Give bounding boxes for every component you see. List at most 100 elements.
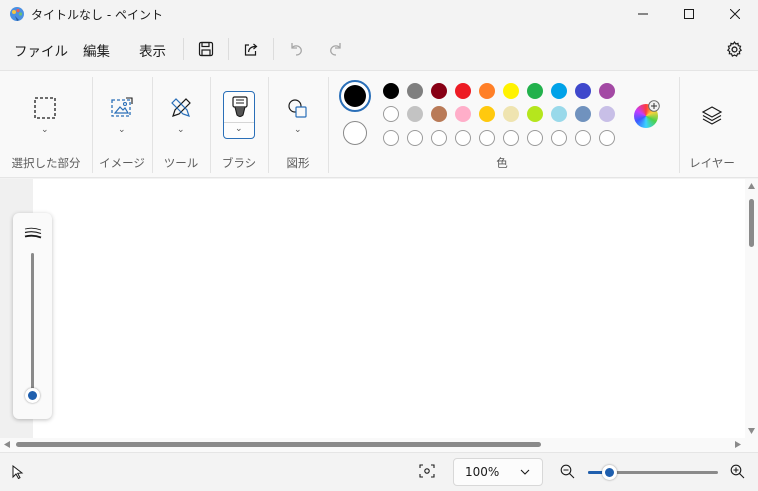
- group-divider: [328, 77, 329, 173]
- primary-color-fill: [344, 85, 366, 107]
- select-button[interactable]: [30, 93, 60, 123]
- group-label-brushes: ブラシ: [221, 156, 257, 170]
- color-swatch[interactable]: [527, 106, 543, 122]
- image-button[interactable]: [107, 93, 137, 123]
- menu-bar: ファイル 編集 表示: [0, 28, 758, 70]
- horizontal-scroll-thumb[interactable]: [16, 442, 541, 447]
- menu-view[interactable]: 表示: [139, 40, 166, 60]
- secondary-color-swatch[interactable]: [343, 121, 367, 145]
- share-button[interactable]: [237, 36, 265, 62]
- custom-color-slot[interactable]: [527, 130, 543, 146]
- save-icon: [198, 41, 214, 57]
- primary-color-swatch[interactable]: [339, 80, 371, 112]
- maximize-icon: [684, 9, 694, 19]
- custom-color-slot[interactable]: [575, 130, 591, 146]
- tools-chevron-down-icon[interactable]: ⌄: [177, 125, 185, 135]
- title-bar: タイトルなし - ペイント: [0, 0, 758, 28]
- color-swatch[interactable]: [527, 83, 543, 99]
- color-swatch[interactable]: [431, 83, 447, 99]
- custom-color-slot[interactable]: [407, 130, 423, 146]
- gear-icon: [726, 40, 742, 57]
- tools-button[interactable]: [166, 93, 196, 123]
- pencil-tools-icon: [171, 98, 191, 117]
- zoom-slider[interactable]: [588, 465, 718, 480]
- group-label-layers: レイヤー: [689, 156, 735, 170]
- scroll-up-icon[interactable]: [748, 183, 755, 189]
- color-swatch[interactable]: [455, 106, 471, 122]
- brush-size-slider-thumb[interactable]: [25, 388, 40, 403]
- image-chevron-down-icon[interactable]: ⌄: [118, 125, 126, 135]
- redo-button[interactable]: [322, 36, 350, 62]
- color-swatch[interactable]: [575, 83, 591, 99]
- group-divider: [679, 77, 680, 173]
- close-button[interactable]: [712, 0, 758, 28]
- custom-color-slot[interactable]: [479, 130, 495, 146]
- ribbon-toolbar: ⌄ 選択した部分 ⌄ イメージ ⌄ ツール ⌄ ブラシ ⌄ 図形 色 レイヤー: [0, 70, 758, 178]
- shapes-button[interactable]: [283, 93, 313, 123]
- layers-button[interactable]: [697, 100, 727, 130]
- vertical-scrollbar[interactable]: [745, 179, 758, 438]
- zoom-slider-thumb[interactable]: [601, 465, 617, 480]
- save-button[interactable]: [192, 36, 220, 62]
- brushes-button[interactable]: ⌄: [223, 91, 255, 139]
- brush-size-slider-track[interactable]: [31, 253, 34, 395]
- color-swatch[interactable]: [575, 106, 591, 122]
- color-swatch[interactable]: [503, 106, 519, 122]
- color-swatch[interactable]: [383, 106, 399, 122]
- settings-button[interactable]: [720, 36, 748, 62]
- color-swatch[interactable]: [551, 106, 567, 122]
- scrollbar-corner: [745, 438, 758, 452]
- custom-color-slot[interactable]: [383, 130, 399, 146]
- share-icon: [244, 43, 258, 56]
- undo-button[interactable]: [282, 36, 310, 62]
- horizontal-scrollbar[interactable]: [0, 438, 745, 452]
- zoom-in-button[interactable]: [730, 464, 745, 482]
- group-label-colors: 色: [496, 156, 508, 170]
- color-swatch[interactable]: [479, 106, 495, 122]
- brush-size-panel: [13, 213, 52, 419]
- menu-divider: [228, 38, 229, 60]
- color-swatch[interactable]: [407, 106, 423, 122]
- color-swatch[interactable]: [455, 83, 471, 99]
- drawing-canvas[interactable]: [33, 179, 745, 438]
- vertical-scroll-thumb[interactable]: [749, 199, 754, 247]
- group-label-selection: 選択した部分: [11, 156, 81, 170]
- select-chevron-down-icon[interactable]: ⌄: [41, 125, 49, 135]
- edit-colors-button[interactable]: [634, 100, 660, 128]
- redo-icon: [330, 43, 341, 56]
- color-swatch[interactable]: [599, 106, 615, 122]
- color-swatch[interactable]: [551, 83, 567, 99]
- zoom-level-dropdown[interactable]: 100%: [453, 458, 543, 486]
- menu-divider: [183, 38, 184, 60]
- fit-to-window-button[interactable]: [419, 464, 435, 481]
- zoom-out-button[interactable]: [560, 464, 575, 482]
- menu-file[interactable]: ファイル: [14, 40, 68, 60]
- group-divider: [268, 77, 269, 173]
- custom-color-slot[interactable]: [455, 130, 471, 146]
- paint-app-icon: [10, 7, 24, 21]
- maximize-button[interactable]: [666, 0, 712, 28]
- shapes-chevron-down-icon[interactable]: ⌄: [294, 125, 302, 135]
- zoom-level-value: 100%: [465, 465, 500, 479]
- group-label-image: イメージ: [99, 156, 145, 170]
- brushes-chevron-down-icon[interactable]: ⌄: [235, 124, 243, 134]
- color-swatch[interactable]: [431, 106, 447, 122]
- color-swatch[interactable]: [479, 83, 495, 99]
- group-divider: [92, 77, 93, 173]
- window-title: タイトルなし - ペイント: [31, 8, 163, 22]
- color-swatch[interactable]: [383, 83, 399, 99]
- custom-color-slot[interactable]: [551, 130, 567, 146]
- scroll-down-icon[interactable]: [748, 428, 755, 434]
- custom-color-slot[interactable]: [599, 130, 615, 146]
- color-swatch[interactable]: [407, 83, 423, 99]
- stroke-width-icon: [24, 227, 42, 239]
- color-swatch[interactable]: [599, 83, 615, 99]
- scroll-left-icon[interactable]: [4, 441, 10, 448]
- custom-color-slot[interactable]: [503, 130, 519, 146]
- minimize-button[interactable]: [620, 0, 666, 28]
- menu-edit[interactable]: 編集: [83, 40, 110, 60]
- brush-icon: [232, 96, 248, 118]
- color-swatch[interactable]: [503, 83, 519, 99]
- scroll-right-icon[interactable]: [735, 441, 741, 448]
- custom-color-slot[interactable]: [431, 130, 447, 146]
